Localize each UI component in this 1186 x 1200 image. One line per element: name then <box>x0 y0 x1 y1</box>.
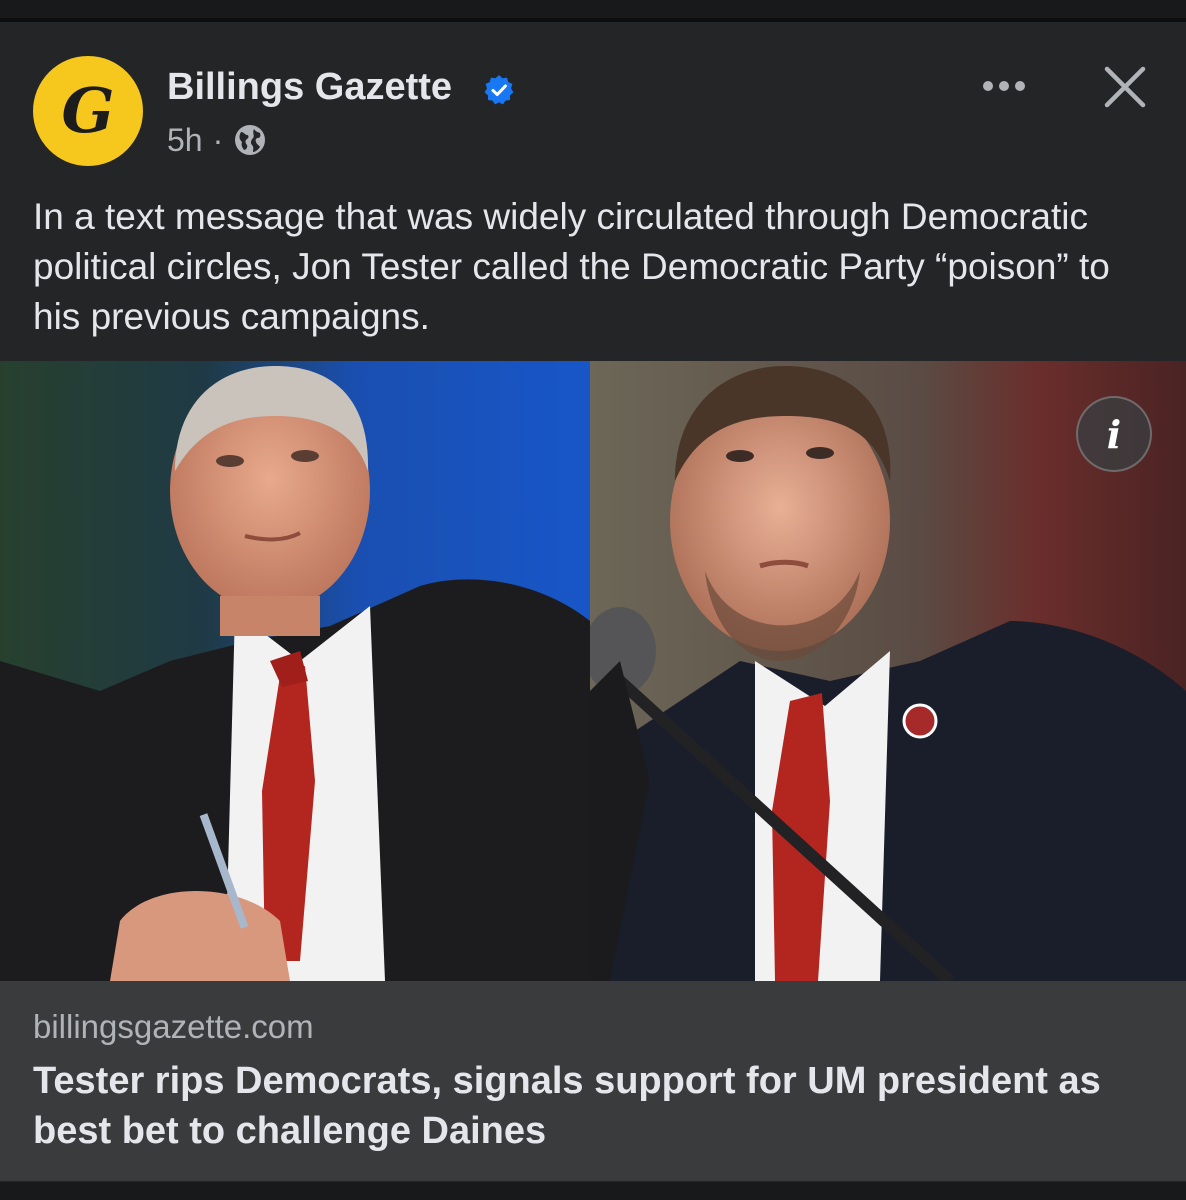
more-options-button[interactable] <box>978 66 1030 106</box>
globe-icon <box>235 125 266 155</box>
link-headline[interactable]: Tester rips Democrats, signals support f… <box>33 1056 1163 1156</box>
feed-bottom-gap <box>0 1182 1186 1200</box>
post-meta: 5h · <box>167 120 267 160</box>
post-message: In a text message that was widely circul… <box>33 196 1110 337</box>
photo-jon-tester[interactable] <box>0 361 590 981</box>
info-button[interactable]: i <box>1076 396 1152 472</box>
meta-separator: · <box>212 121 224 158</box>
close-icon <box>1104 66 1146 108</box>
close-button[interactable] <box>1100 62 1150 112</box>
post-timestamp[interactable]: 5h <box>167 122 203 159</box>
page-avatar[interactable]: G <box>33 56 143 166</box>
verified-badge-icon <box>484 75 514 105</box>
page-name-link[interactable]: Billings Gazette <box>167 66 452 109</box>
status-bar <box>0 0 1186 20</box>
more-horizontal-icon <box>983 81 1025 91</box>
avatar-logo-letter: G <box>61 74 115 147</box>
link-domain: billingsgazette.com <box>33 1008 314 1045</box>
